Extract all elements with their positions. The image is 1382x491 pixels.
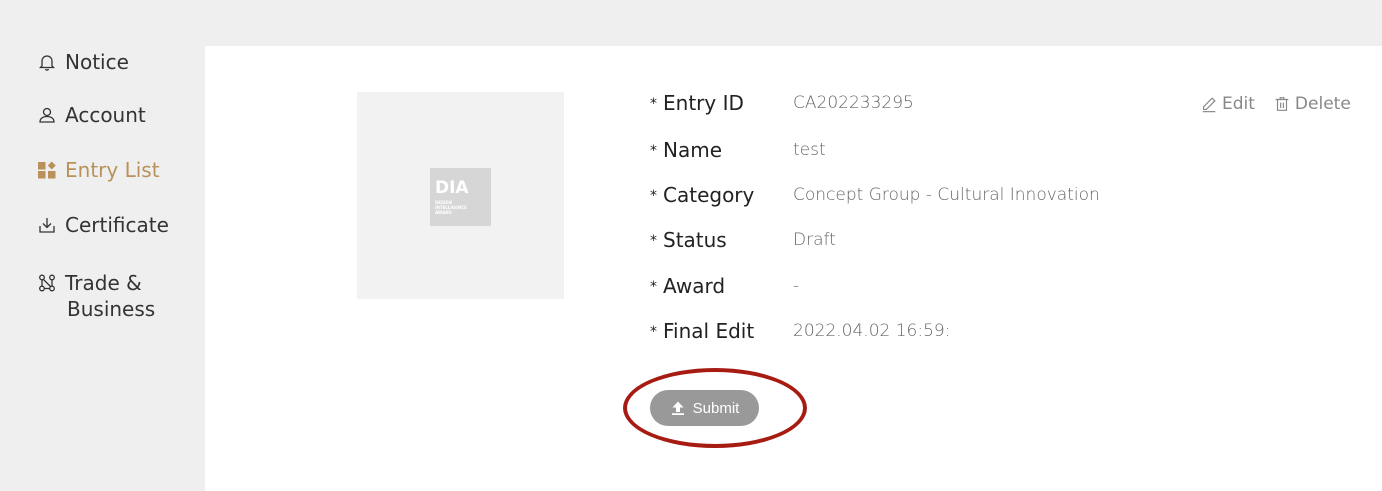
entry-id-value: CA202233295	[793, 93, 914, 113]
status-value: Draft	[793, 230, 836, 250]
grid-icon	[37, 157, 61, 183]
category-value: Concept Group - Cultural Innovation	[793, 185, 1100, 205]
sidebar-item-label: Trade &	[65, 271, 142, 295]
entry-id-label: * Entry ID	[650, 91, 744, 115]
label-text: Final Edit	[663, 319, 755, 343]
bell-icon	[37, 49, 61, 75]
sidebar-item-entry-list[interactable]: Entry List	[37, 157, 160, 183]
upload-icon	[671, 401, 684, 415]
required-star: *	[650, 324, 657, 340]
status-label: * Status	[650, 228, 727, 252]
name-value: test	[793, 140, 826, 160]
label-text: Entry ID	[663, 91, 744, 115]
user-icon	[37, 102, 61, 128]
logo-mark: DIA	[435, 177, 469, 198]
pencil-icon	[1202, 97, 1216, 113]
dia-logo: DIA DESIGN INTELLIGENCE AWARD	[430, 168, 491, 226]
award-label: * Award	[650, 274, 725, 298]
label-text: Status	[663, 228, 727, 252]
submit-button[interactable]: Submit	[650, 390, 759, 426]
label-text: Award	[663, 274, 726, 298]
sidebar-item-label: Notice	[65, 50, 129, 74]
category-label: * Category	[650, 183, 754, 207]
final-edit-label: * Final Edit	[650, 319, 754, 343]
award-value: -	[793, 276, 800, 296]
edit-button[interactable]: Edit	[1200, 94, 1255, 114]
delete-button[interactable]: Delete	[1273, 94, 1351, 114]
edit-label: Edit	[1222, 94, 1255, 114]
network-icon	[37, 270, 61, 296]
name-label: * Name	[650, 138, 722, 162]
sidebar-item-certificate[interactable]: Certificate	[37, 212, 169, 238]
entry-actions: Edit Delete	[1200, 94, 1351, 114]
required-star: *	[650, 279, 657, 295]
entry-card: DIA DESIGN INTELLIGENCE AWARD * Entry ID …	[205, 46, 1382, 491]
delete-label: Delete	[1294, 94, 1351, 114]
required-star: *	[650, 143, 657, 159]
sidebar: Notice Account Entry List Certificate Tr…	[0, 0, 205, 491]
trash-icon	[1275, 97, 1289, 111]
final-edit-value: 2022.04.02 16:59:	[793, 321, 951, 341]
download-icon	[37, 212, 61, 238]
required-star: *	[650, 188, 657, 204]
sidebar-item-trade-business[interactable]: Trade & Business	[37, 270, 155, 322]
sidebar-item-label-line2: Business	[67, 297, 156, 321]
sidebar-item-label: Entry List	[65, 158, 160, 182]
label-text: Category	[663, 183, 755, 207]
sidebar-item-notice[interactable]: Notice	[37, 49, 129, 75]
submit-label: Submit	[692, 399, 740, 417]
sidebar-item-label: Account	[65, 103, 146, 127]
logo-line: INTELLIGENCE	[435, 204, 467, 210]
required-star: *	[650, 96, 657, 112]
label-text: Name	[663, 138, 723, 162]
logo-subtitle: DESIGN INTELLIGENCE AWARD	[435, 200, 467, 215]
required-star: *	[650, 233, 657, 249]
logo-line: AWARD	[435, 209, 452, 215]
sidebar-item-account[interactable]: Account	[37, 102, 146, 128]
sidebar-item-label: Certificate	[65, 213, 169, 237]
entry-thumbnail[interactable]: DIA DESIGN INTELLIGENCE AWARD	[357, 92, 564, 299]
